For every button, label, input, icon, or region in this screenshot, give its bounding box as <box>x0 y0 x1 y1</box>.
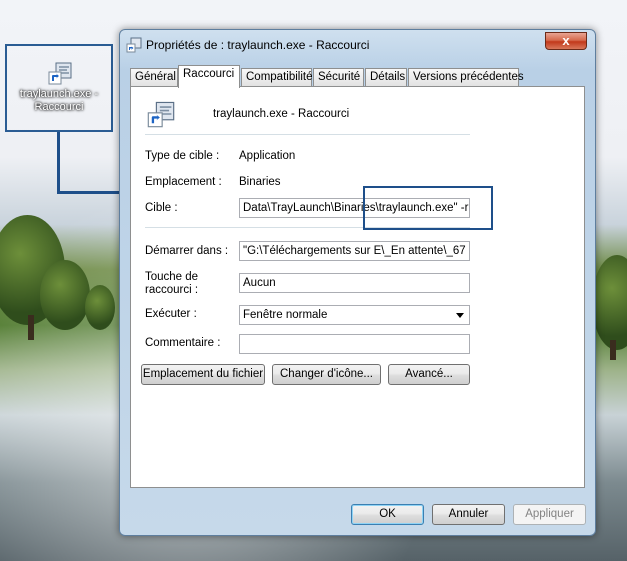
advanced-button[interactable]: Avancé... <box>388 364 470 385</box>
target-type-value: Application <box>239 150 296 162</box>
location-label: Emplacement : <box>145 176 222 188</box>
ok-button[interactable]: OK <box>351 504 424 525</box>
tree <box>40 260 90 330</box>
hotkey-label: Touche de raccourci : <box>145 271 199 296</box>
tree-trunk <box>610 340 616 360</box>
shortcut-app-icon <box>47 60 73 86</box>
desktop-shortcut[interactable]: traylaunch.exe - Raccourci <box>5 44 113 132</box>
location-value: Binaries <box>239 176 281 188</box>
window-title: Propriétés de : traylaunch.exe - Raccour… <box>146 38 370 52</box>
shortcut-name: traylaunch.exe - Raccourci <box>213 108 350 120</box>
tab-previous-versions[interactable]: Versions précédentes <box>408 68 524 86</box>
shortcut-tab-panel: traylaunch.exe - Raccourci Type de cible… <box>130 86 585 488</box>
run-select[interactable]: Fenêtre normale <box>239 305 470 325</box>
shortcut-app-icon <box>126 37 142 53</box>
close-button[interactable]: x <box>545 32 587 50</box>
tab-compatibility[interactable]: Compatibilité <box>241 68 312 86</box>
hotkey-input[interactable]: Aucun <box>239 273 470 293</box>
tree <box>592 255 627 350</box>
desktop-shortcut-label: traylaunch.exe - Raccourci <box>19 88 99 113</box>
run-label: Exécuter : <box>145 308 197 320</box>
annotation-line <box>57 132 60 194</box>
comment-label: Commentaire : <box>145 337 221 349</box>
chevron-down-icon <box>456 313 464 318</box>
apply-button[interactable]: Appliquer <box>513 504 586 525</box>
properties-window: Propriétés de : traylaunch.exe - Raccour… <box>119 29 596 536</box>
annotation-highlight-box <box>363 186 493 230</box>
target-label: Cible : <box>145 202 178 214</box>
tree <box>85 285 115 330</box>
start-in-input[interactable]: "G:\Téléchargements sur E\_En attente\_6… <box>239 241 470 261</box>
divider <box>145 134 470 135</box>
run-select-value: Fenêtre normale <box>243 309 328 321</box>
file-location-button[interactable]: Emplacement du fichier <box>141 364 265 385</box>
tab-security[interactable]: Sécurité <box>313 68 364 86</box>
comment-input[interactable] <box>239 334 470 354</box>
change-icon-button[interactable]: Changer d'icône... <box>272 364 381 385</box>
start-in-label: Démarrer dans : <box>145 245 229 257</box>
target-type-label: Type de cible : <box>145 150 220 162</box>
tree-trunk <box>28 315 34 340</box>
shortcut-app-icon <box>146 99 176 129</box>
tab-general[interactable]: Général <box>130 68 178 86</box>
title-bar[interactable]: Propriétés de : traylaunch.exe - Raccour… <box>120 30 595 60</box>
tab-shortcut[interactable]: Raccourci <box>178 65 240 88</box>
cancel-button[interactable]: Annuler <box>432 504 505 525</box>
tab-details[interactable]: Détails <box>365 68 407 86</box>
